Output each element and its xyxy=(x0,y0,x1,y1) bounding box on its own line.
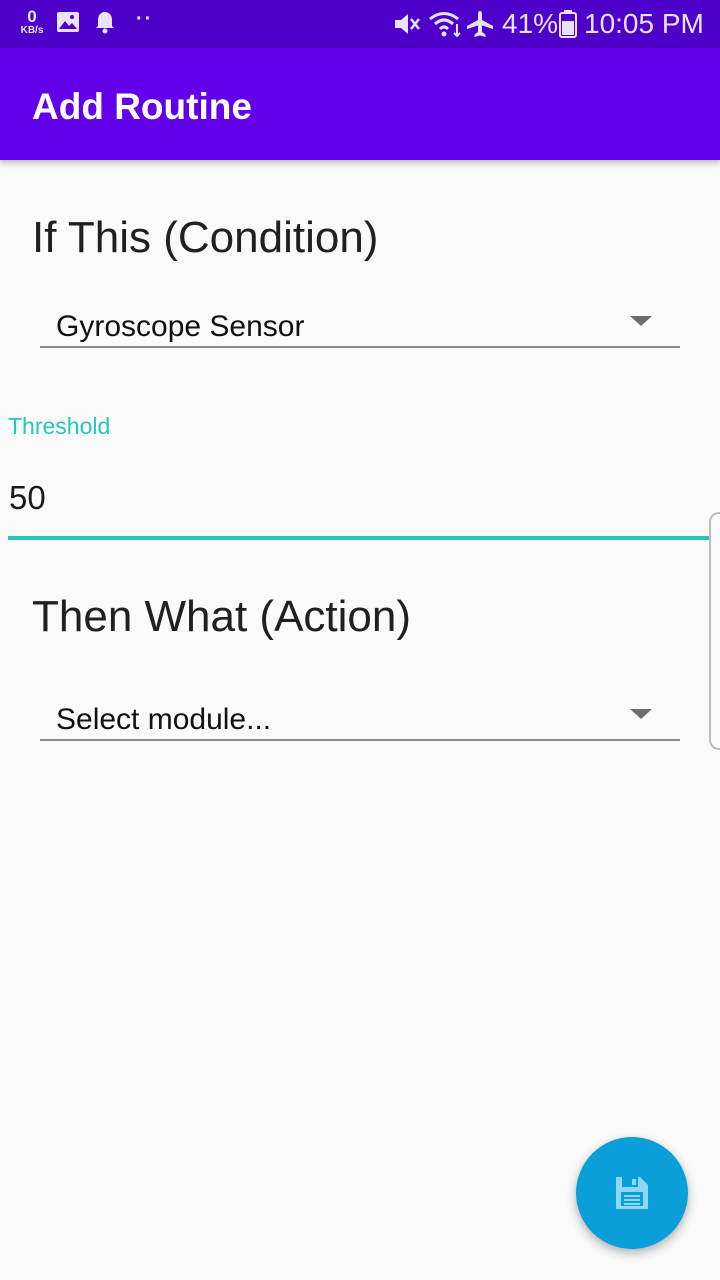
notification-bell-icon xyxy=(96,12,114,34)
edge-panel-handle[interactable] xyxy=(709,512,720,750)
save-routine-button[interactable] xyxy=(576,1137,688,1249)
module-spinner[interactable]: Select module... xyxy=(40,685,680,741)
battery-icon xyxy=(559,10,577,38)
save-icon xyxy=(616,1177,648,1209)
mute-vibrate-icon xyxy=(395,14,420,34)
image-icon xyxy=(57,12,79,32)
module-spinner-value: Select module... xyxy=(56,703,272,736)
threshold-input[interactable] xyxy=(8,470,712,526)
app-bar: Add Routine xyxy=(0,48,720,160)
sensor-spinner[interactable]: Gyroscope Sensor xyxy=(40,292,680,348)
action-heading: Then What (Action) xyxy=(32,592,412,641)
sensor-spinner-value: Gyroscope Sensor xyxy=(56,310,305,343)
more-dots-icon: ·· xyxy=(136,8,154,30)
status-bar: 0 KB/s ·· 41% 10:05 PM xyxy=(0,0,720,48)
airplane-mode-icon xyxy=(467,11,493,37)
wifi-icon xyxy=(429,12,461,38)
condition-heading: If This (Condition) xyxy=(32,213,379,262)
data-rate-value: 0 xyxy=(27,7,37,26)
battery-percent: 41% xyxy=(502,8,559,39)
data-rate-indicator: 0 KB/s xyxy=(16,8,48,36)
dropdown-arrow-icon xyxy=(630,709,652,719)
dropdown-arrow-icon xyxy=(630,316,652,326)
threshold-underline xyxy=(8,536,712,540)
clock: 10:05 PM xyxy=(584,8,704,39)
page-title: Add Routine xyxy=(32,86,252,127)
add-routine-screen: 0 KB/s ·· 41% 10:05 PM Add Routine If Th… xyxy=(0,0,720,1280)
threshold-label: Threshold xyxy=(8,413,111,439)
data-rate-unit: KB/s xyxy=(20,25,44,36)
